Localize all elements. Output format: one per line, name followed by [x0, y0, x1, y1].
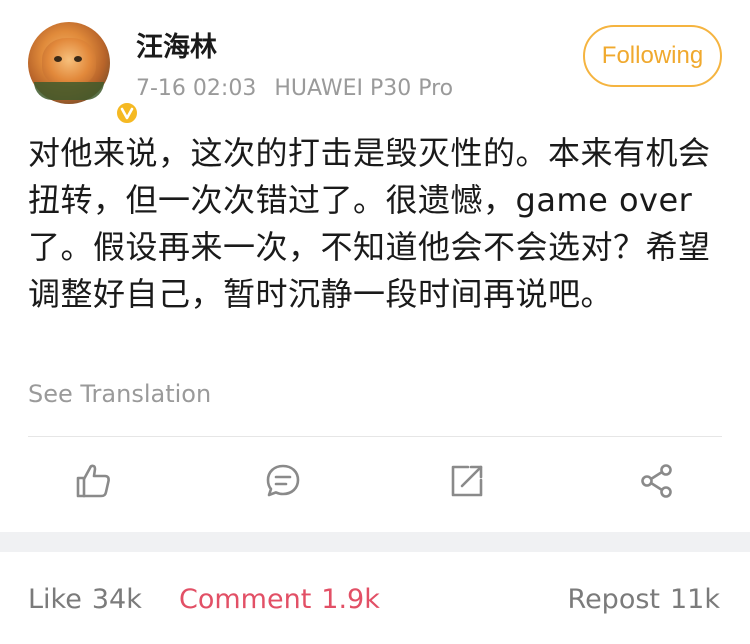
weibo-post: 汪海林 7-16 02:03 HUAWEI P30 Pro Following 对… [0, 0, 750, 532]
share-icon[interactable] [635, 459, 679, 503]
tab-comment[interactable]: Comment 1.9k [179, 582, 380, 618]
tab-like[interactable]: Like 34k [28, 582, 142, 618]
tab-repost[interactable]: Repost 11k [568, 582, 720, 618]
following-button[interactable]: Following [583, 25, 722, 87]
post-content: 对他来说，这次的打击是毁灭性的。本来有机会扭转，但一次次错过了。很遗憾，game… [28, 134, 711, 313]
author-name[interactable]: 汪海林 [136, 30, 217, 66]
section-separator [0, 532, 750, 552]
avatar-cat-face [42, 38, 96, 86]
repost-icon[interactable] [445, 459, 489, 503]
comment-icon[interactable] [261, 459, 305, 503]
post-meta: 7-16 02:03 HUAWEI P30 Pro [136, 74, 453, 104]
avatar[interactable] [28, 22, 140, 126]
post-device: HUAWEI P30 Pro [274, 76, 454, 101]
thumbs-up-icon[interactable] [71, 459, 115, 503]
see-translation-link[interactable]: See Translation [28, 378, 211, 410]
stats-tab-bar: Like 34k Comment 1.9k Repost 11k [0, 552, 750, 644]
action-bar [0, 437, 750, 532]
post-timestamp: 7-16 02:03 [136, 76, 257, 101]
